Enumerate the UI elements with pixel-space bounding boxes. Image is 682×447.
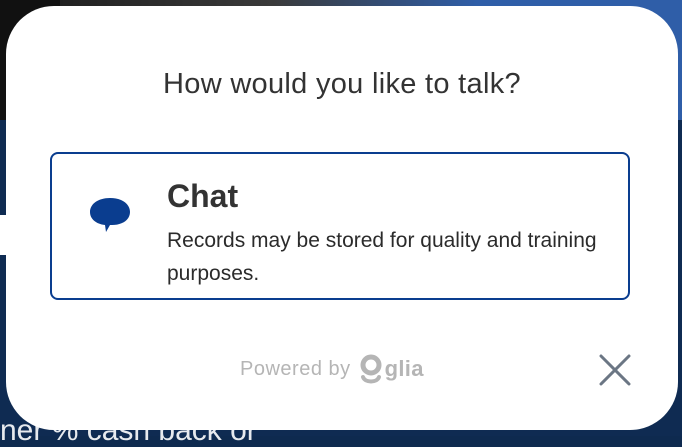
glia-logo: glia (359, 353, 424, 385)
close-icon[interactable] (596, 351, 634, 389)
chat-bubble-icon (90, 198, 130, 232)
glia-wordmark: glia (384, 356, 424, 381)
powered-by-footer: Powered by glia (240, 354, 424, 384)
chat-option-description: Records may be stored for quality and tr… (167, 229, 597, 285)
modal-title: How would you like to talk? (163, 68, 521, 100)
powered-by-label: Powered by (240, 357, 351, 380)
chat-option-title: Chat (167, 178, 239, 214)
engagement-modal: How would you like to talk? Chat Records… (6, 6, 678, 430)
chat-option-button[interactable]: Chat Records may be stored for quality a… (50, 152, 630, 300)
glia-logo-icon (360, 354, 382, 384)
